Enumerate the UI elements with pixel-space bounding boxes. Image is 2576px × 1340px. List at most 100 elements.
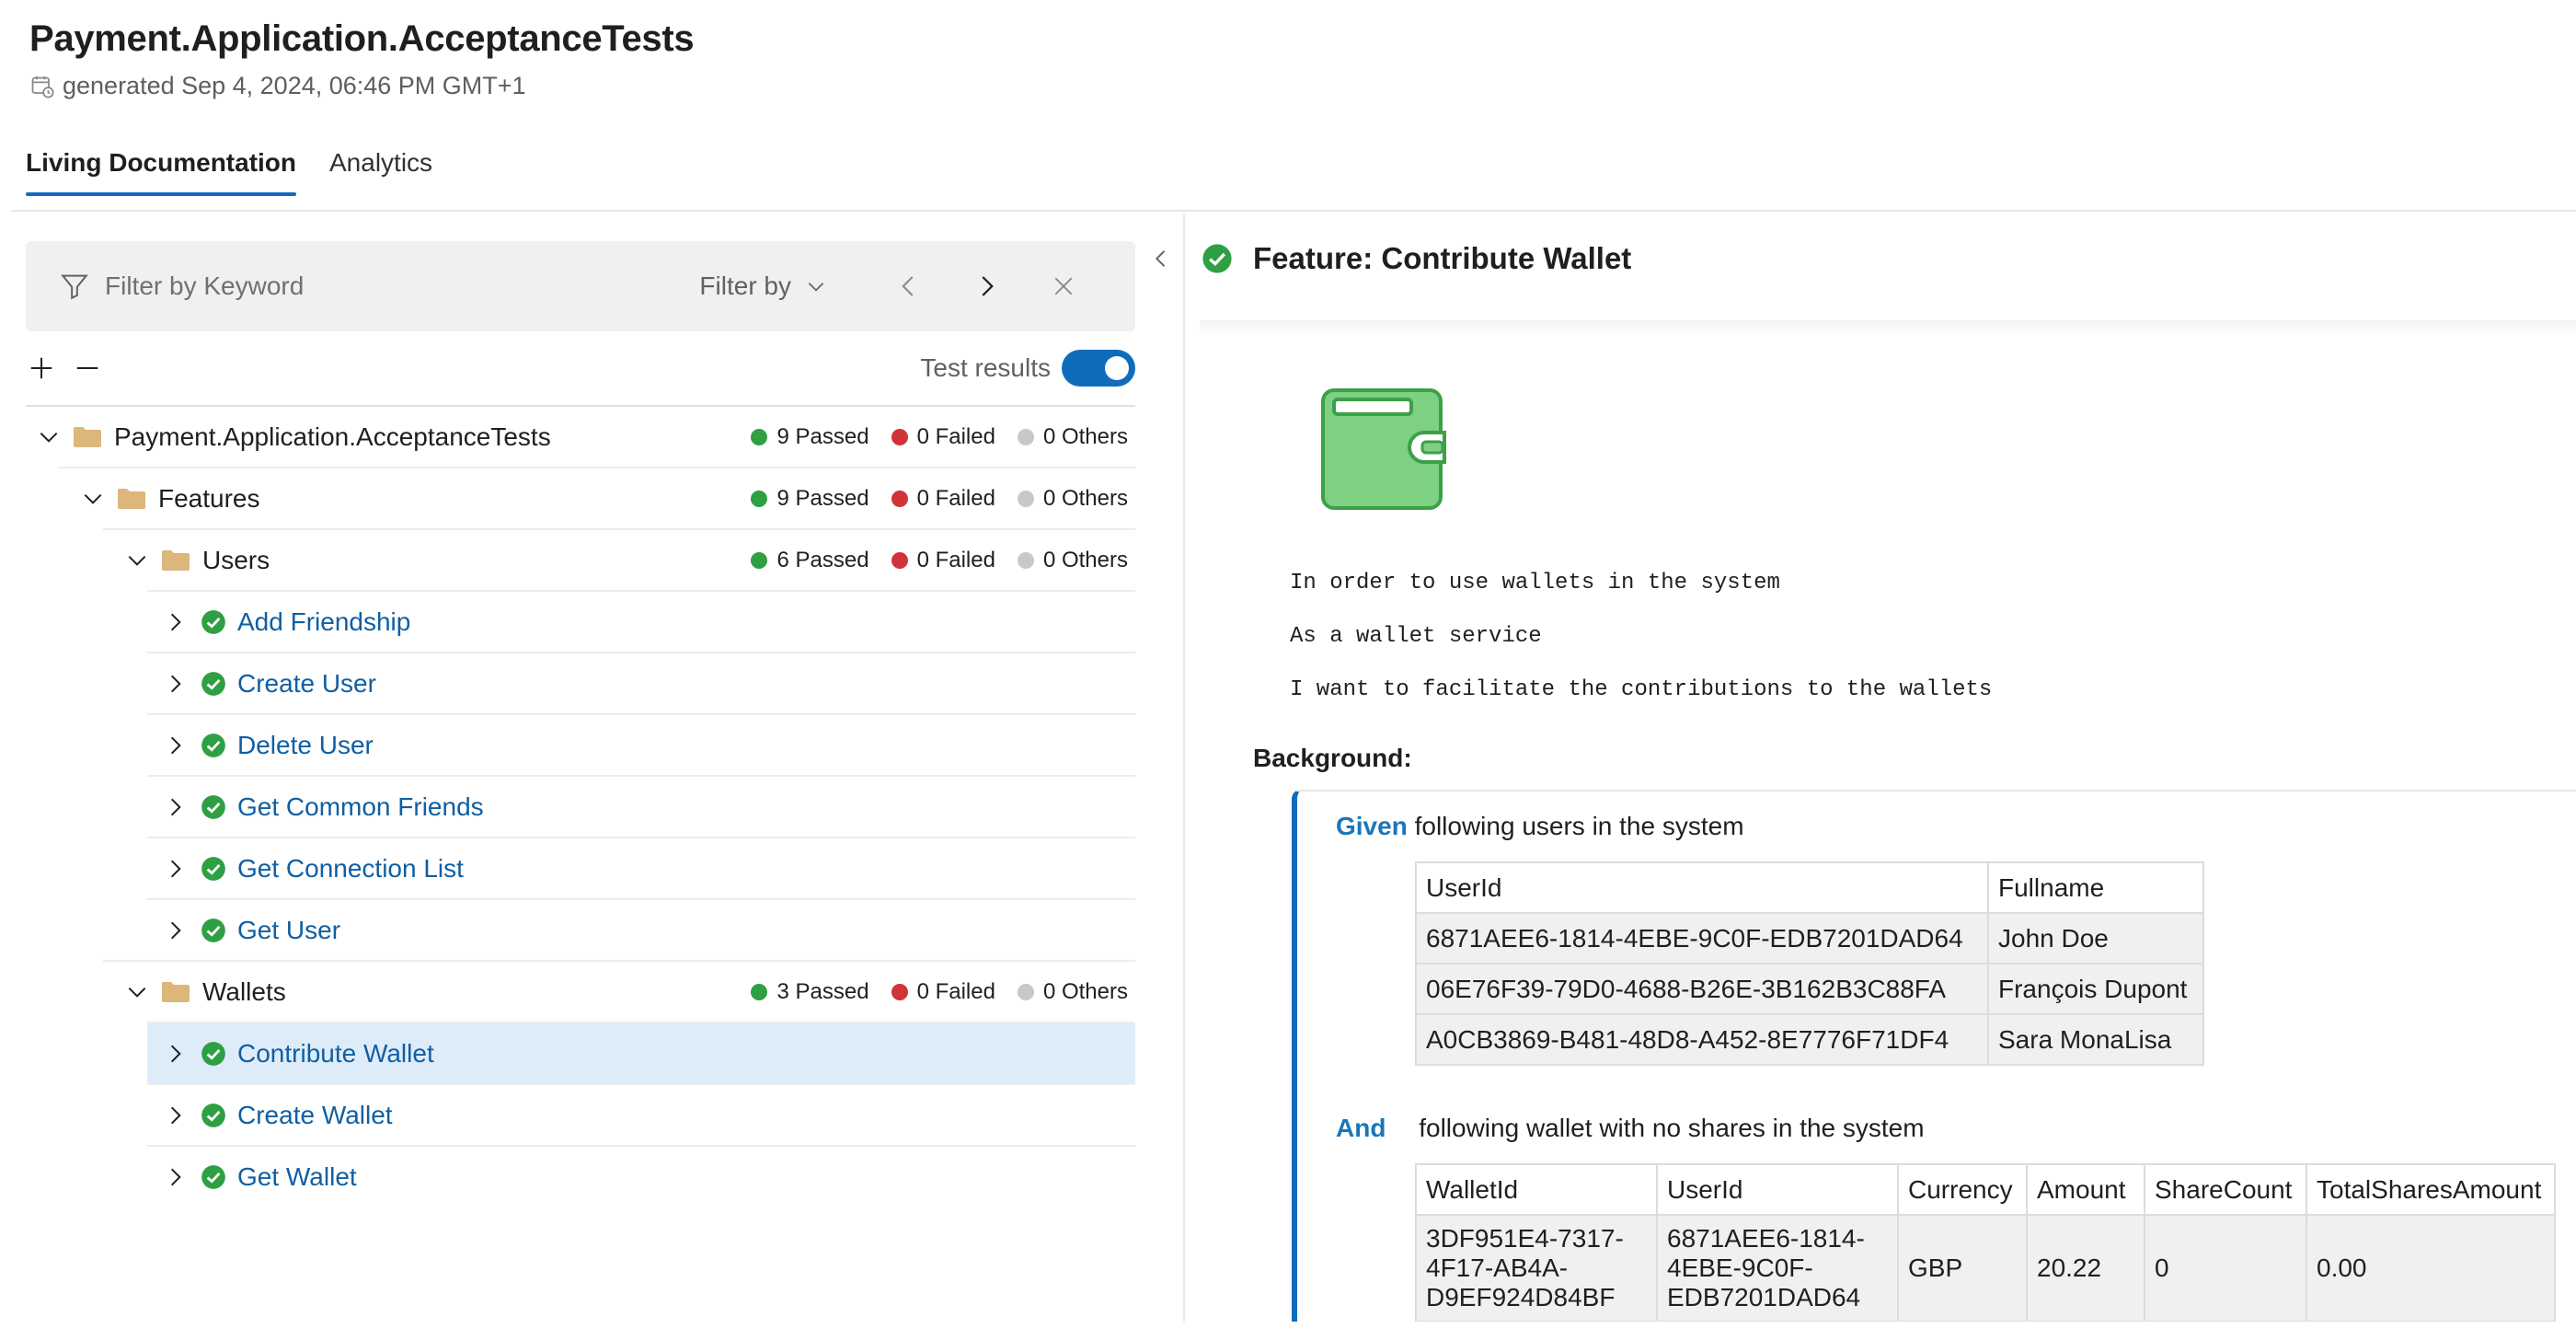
step-text: following users in the system <box>1414 812 1744 840</box>
expand-toggle[interactable] <box>77 483 109 514</box>
passed-dot-icon <box>751 428 768 445</box>
calendar-clock-icon <box>31 75 54 98</box>
panel-splitter[interactable] <box>1183 214 1185 1322</box>
filter-by-label: Filter by <box>699 271 791 300</box>
table-header-cell: UserId <box>1415 861 1989 914</box>
step-keyword: Given <box>1336 812 1408 840</box>
feature-link[interactable]: Get User <box>237 916 340 945</box>
page-title: Payment.Application.AcceptanceTests <box>29 18 695 59</box>
tree-toolbar: Test results <box>26 331 1135 405</box>
next-match-button[interactable] <box>948 259 1025 314</box>
collapse-all-button[interactable] <box>72 352 103 384</box>
feature-link[interactable]: Contribute Wallet <box>237 1039 434 1069</box>
table-header-cell: Amount <box>2026 1163 2145 1216</box>
tree-node-root[interactable]: Payment.Application.AcceptanceTests 9 Pa… <box>26 405 1135 467</box>
feature-link[interactable]: Add Friendship <box>237 607 410 637</box>
wallet-icon <box>1321 388 1446 510</box>
expand-all-button[interactable] <box>26 352 57 384</box>
feature-link[interactable]: Get Connection List <box>237 854 464 884</box>
check-circle-icon <box>201 1041 225 1066</box>
collapse-panel-button[interactable] <box>1148 243 1174 274</box>
table-cell: 0.00 <box>2306 1214 2556 1322</box>
expand-toggle[interactable] <box>160 791 191 823</box>
folder-icon <box>162 549 190 571</box>
check-circle-icon <box>201 856 225 881</box>
feature-link[interactable]: Delete User <box>237 731 374 760</box>
passed-count: 6 Passed <box>776 547 869 572</box>
chevron-down-icon <box>128 555 146 566</box>
filter-bar: Filter by <box>26 241 1135 331</box>
feature-link[interactable]: Get Wallet <box>237 1162 357 1192</box>
check-circle-icon <box>201 918 225 942</box>
expand-toggle[interactable] <box>160 668 191 699</box>
chevron-right-icon <box>170 613 181 630</box>
feature-link[interactable]: Create User <box>237 669 376 699</box>
description-line: I want to facilitate the contributions t… <box>1290 677 1993 702</box>
passed-count: 9 Passed <box>776 485 869 511</box>
tree-node-users[interactable]: Users 6 Passed 0 Failed 0 Others <box>103 528 1135 590</box>
test-results-label: Test results <box>920 353 1051 382</box>
tree-node-feature[interactable]: Add Friendship <box>147 590 1135 652</box>
step-given: Given following users in the system <box>1336 812 1744 841</box>
expand-toggle[interactable] <box>160 730 191 761</box>
others-count: 0 Others <box>1042 547 1128 572</box>
cell-line: 4EBE-9C0F- <box>1667 1253 1813 1282</box>
expand-toggle[interactable] <box>160 1100 191 1131</box>
check-circle-icon <box>201 1164 225 1189</box>
tree-node-feature[interactable]: Get Wallet <box>147 1145 1135 1207</box>
tab-analytics[interactable]: Analytics <box>329 143 432 196</box>
result-stats: 9 Passed 0 Failed 0 Others <box>751 424 1128 450</box>
tab-living-documentation[interactable]: Living Documentation <box>26 143 296 196</box>
filter-by-dropdown[interactable]: Filter by <box>699 271 828 301</box>
background-label: Background: <box>1253 744 1412 772</box>
feature-title: Feature: Contribute Wallet <box>1253 241 1632 275</box>
tree-node-feature-selected[interactable]: Contribute Wallet <box>147 1022 1135 1083</box>
check-circle-icon <box>1202 244 1232 273</box>
step-text: following wallet with no shares in the s… <box>1419 1114 1925 1142</box>
expand-toggle[interactable] <box>160 1161 191 1193</box>
tree-node-label: Payment.Application.AcceptanceTests <box>114 422 551 451</box>
expand-toggle[interactable] <box>33 422 64 453</box>
chevron-right-icon <box>170 675 181 692</box>
folder-icon <box>118 488 145 509</box>
feature-link[interactable]: Create Wallet <box>237 1101 393 1130</box>
chevron-down-icon <box>84 493 102 504</box>
passed-count: 9 Passed <box>776 423 869 449</box>
wallets-table: WalletId UserId Currency Amount ShareCou… <box>1415 1163 2556 1322</box>
tree-node-feature[interactable]: Get Connection List <box>147 837 1135 898</box>
tree-node-features[interactable]: Features 9 Passed 0 Failed 0 Others <box>59 467 1135 528</box>
others-dot-icon <box>1017 551 1034 569</box>
failed-count: 0 Failed <box>916 978 995 1004</box>
cell-line: EDB7201DAD64 <box>1667 1283 1861 1311</box>
table-cell: GBP <box>1897 1214 2028 1322</box>
header-shadow <box>1200 320 2576 337</box>
chevron-down-icon <box>40 432 58 443</box>
tree-node-feature[interactable]: Create Wallet <box>147 1083 1135 1145</box>
feature-link[interactable]: Get Common Friends <box>237 792 484 822</box>
test-results-toggle[interactable] <box>1062 350 1135 387</box>
keyword-filter-input[interactable] <box>105 271 700 301</box>
expand-toggle[interactable] <box>121 545 153 576</box>
folder-icon <box>162 981 190 1002</box>
tree-node-feature[interactable]: Get Common Friends <box>147 775 1135 837</box>
description-line: As a wallet service <box>1290 624 1542 649</box>
tree-node-feature[interactable]: Create User <box>147 652 1135 713</box>
table-cell: A0CB3869-B481-48D8-A452-8E7776F71DF4 <box>1415 1013 1989 1066</box>
tree-node-wallets[interactable]: Wallets 3 Passed 0 Failed 0 Others <box>103 960 1135 1022</box>
tree-node-feature[interactable]: Delete User <box>147 713 1135 775</box>
previous-match-button[interactable] <box>870 259 948 314</box>
tree-node-feature[interactable]: Get User <box>147 898 1135 960</box>
expand-toggle[interactable] <box>160 915 191 946</box>
expand-toggle[interactable] <box>160 606 191 638</box>
page-header: Payment.Application.AcceptanceTests gene… <box>29 13 2550 100</box>
expand-toggle[interactable] <box>160 853 191 884</box>
table-header-cell: TotalSharesAmount <box>2306 1163 2556 1216</box>
expand-toggle[interactable] <box>160 1038 191 1069</box>
result-stats: 3 Passed 0 Failed 0 Others <box>751 979 1128 1005</box>
passed-dot-icon <box>751 490 768 507</box>
expand-toggle[interactable] <box>121 976 153 1008</box>
table-cell: 3DF951E4-7317- 4F17-AB4A- D9EF924D84BF <box>1415 1214 1658 1322</box>
tree-node-label: Features <box>158 483 260 513</box>
failed-dot-icon <box>891 983 908 1000</box>
clear-filter-button[interactable] <box>1025 259 1102 314</box>
